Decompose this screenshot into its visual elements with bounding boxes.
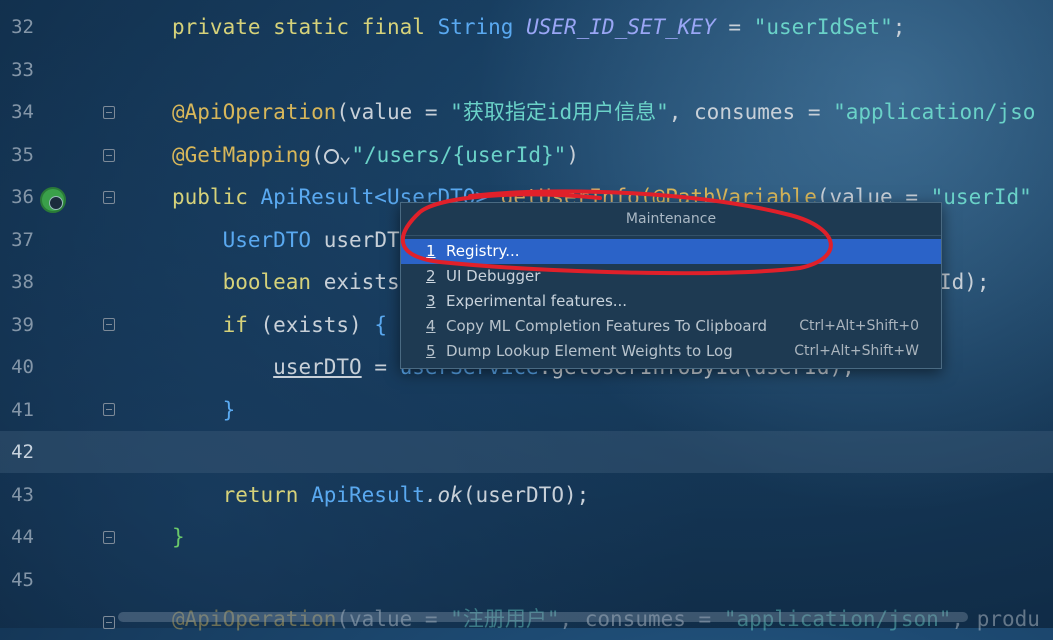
line-number: 32 — [11, 16, 34, 38]
line-number: 35 — [11, 144, 34, 166]
brace: } — [172, 525, 185, 549]
type-name: String — [437, 15, 514, 39]
fold-marker-icon[interactable] — [103, 616, 115, 629]
menu-item-number: 5 — [426, 342, 436, 360]
menu-item-number: 4 — [426, 317, 436, 335]
fold-marker-icon[interactable] — [103, 106, 115, 119]
line-number: 42 — [11, 441, 34, 463]
string-literal: "获取指定id用户信息" — [450, 100, 669, 124]
code-text: Id); — [939, 261, 990, 303]
code-text: Id); — [939, 270, 990, 294]
code-line[interactable]: boolean exists — [172, 261, 400, 303]
line-number: 44 — [11, 526, 34, 548]
keyword: if — [222, 313, 248, 337]
menu-item-label: Registry... — [446, 242, 520, 260]
current-line-highlight — [0, 431, 1053, 473]
string-literal: "userId" — [930, 185, 1032, 209]
menu-item-number: 2 — [426, 267, 436, 285]
code-line[interactable]: } — [172, 389, 236, 431]
menu-item-number: 1 — [426, 242, 436, 260]
code-line[interactable]: @ApiOperation(value = "获取指定id用户信息", cons… — [172, 91, 1035, 133]
line-number: 41 — [11, 399, 34, 421]
string-literal: "userIdSet" — [753, 15, 893, 39]
line-number: 34 — [11, 101, 34, 123]
line-number: 36 — [11, 186, 34, 208]
string-literal: "/users/{userId}" — [351, 143, 567, 167]
line-number: 37 — [11, 229, 34, 251]
semicolon: ; — [892, 15, 906, 39]
line-number: 40 — [11, 356, 34, 378]
keyword: boolean — [222, 270, 312, 294]
code-line[interactable]: private static final String USER_ID_SET_… — [172, 6, 905, 48]
line-number: 39 — [11, 314, 34, 336]
code-text: (userDTO); — [462, 483, 590, 507]
code-text: ) — [566, 143, 579, 167]
keyword: private — [172, 15, 261, 39]
type-name: UserDTO — [222, 228, 312, 252]
fold-marker-icon[interactable] — [103, 149, 115, 162]
menu-item-dump-lookup-weights[interactable]: 5 Dump Lookup Element Weights to Log Ctrl… — [401, 339, 941, 364]
string-literal: "application/jso — [833, 100, 1036, 124]
fold-marker-icon[interactable] — [103, 191, 115, 204]
annotation: @ApiOperation — [172, 100, 337, 124]
menu-item-registry[interactable]: 1 Registry... — [401, 239, 941, 264]
brace: { — [374, 313, 387, 337]
menu-item-number: 3 — [426, 292, 436, 310]
menu-item-shortcut: Ctrl+Alt+Shift+0 — [799, 318, 919, 334]
code-text: ( — [311, 143, 324, 167]
menu-item-label: Experimental features... — [446, 292, 628, 310]
maintenance-popup: Maintenance 1 Registry... 2 UI Debugger 3E… — [400, 202, 942, 369]
line-number: 33 — [11, 59, 34, 81]
operator: = — [728, 15, 742, 39]
keyword: final — [361, 15, 425, 39]
web-globe-icon[interactable] — [40, 187, 66, 213]
keyword: static — [273, 15, 350, 39]
menu-item-ui-debugger[interactable]: 2 UI Debugger — [401, 264, 941, 289]
code-line[interactable]: return ApiResult.ok(userDTO); — [172, 474, 590, 516]
operator: = — [361, 355, 400, 379]
variable-name: userDT — [323, 228, 400, 252]
code-line[interactable]: UserDTO userDT — [172, 219, 400, 261]
line-number: 38 — [11, 271, 34, 293]
menu-item-experimental-features[interactable]: 3 Experimental features... — [401, 289, 941, 314]
horizontal-scrollbar[interactable] — [118, 612, 968, 622]
keyword: return — [222, 483, 299, 507]
fold-marker-icon[interactable] — [103, 531, 115, 544]
method-name: .ok — [424, 483, 463, 507]
brace: } — [222, 398, 236, 422]
code-text: (value = — [336, 100, 451, 124]
variable-name: exists — [323, 270, 400, 294]
code-text: (exists) — [247, 313, 375, 337]
variable-name: userDTO — [273, 355, 362, 379]
keyword: public — [172, 185, 248, 209]
type-name: ApiResult — [311, 483, 425, 507]
fold-marker-icon[interactable] — [103, 403, 115, 416]
chevron-down-icon[interactable]: ⌄ — [339, 143, 352, 167]
menu-item-label: UI Debugger — [446, 267, 541, 285]
popup-title: Maintenance — [401, 203, 941, 236]
fold-marker-icon[interactable] — [103, 318, 115, 331]
annotation: @GetMapping — [172, 143, 312, 167]
line-number: 45 — [11, 569, 34, 591]
code-line[interactable]: @GetMapping( ⌄"/users/{userId}") — [172, 134, 579, 176]
menu-item-shortcut: Ctrl+Alt+Shift+W — [794, 343, 919, 359]
constant-name: USER_ID_SET_KEY — [526, 15, 716, 39]
code-line[interactable]: } — [172, 516, 185, 558]
menu-item-copy-ml-completion[interactable]: 4 Copy ML Completion Features To Clipboar… — [401, 314, 941, 339]
menu-item-label: Dump Lookup Element Weights to Log — [446, 342, 733, 360]
menu-item-label: Copy ML Completion Features To Clipboard — [446, 317, 768, 335]
globe-icon[interactable] — [323, 149, 339, 164]
line-number-gutter: 32 33 34 35 36 37 38 39 40 41 42 43 44 4… — [0, 0, 120, 628]
code-text: , consumes = — [668, 100, 834, 124]
line-number: 43 — [11, 484, 34, 506]
code-line[interactable]: if (exists) { — [172, 304, 387, 346]
